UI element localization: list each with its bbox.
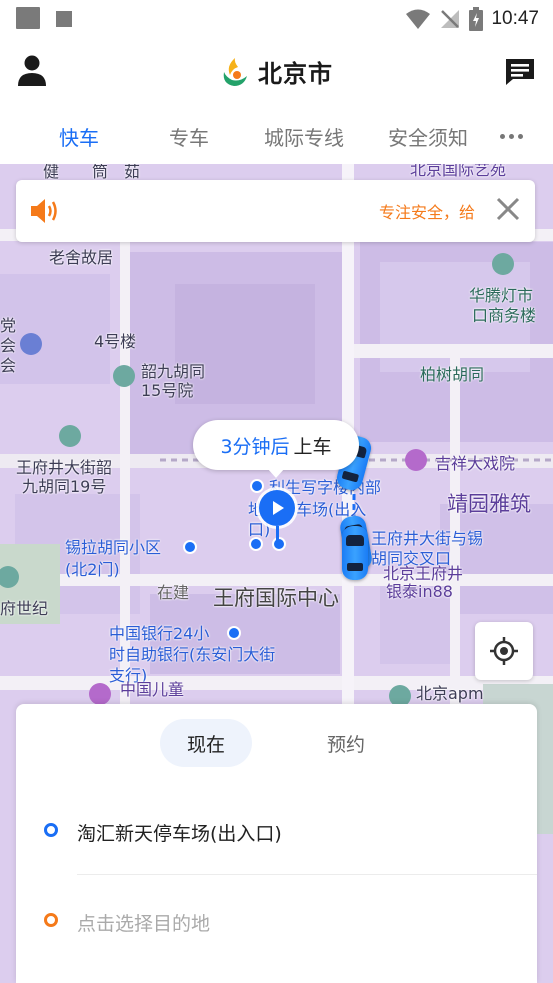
speaker-icon (31, 199, 57, 223)
locate-button[interactable] (475, 622, 533, 680)
map-poi: 中国银行24小 (109, 624, 210, 643)
destination-dot-icon (44, 913, 58, 927)
map-poi: 王府井大街韶 (16, 458, 113, 477)
map-poi: 王府井大街与锡 (371, 529, 484, 548)
notice-text: 专注安全，给 (379, 203, 476, 222)
map-poi: 王府国际中心 (213, 586, 339, 610)
map-poi: 筒 (92, 164, 109, 181)
status-bar: 10:47 (0, 0, 553, 38)
map-poi: 15号院 (141, 381, 194, 400)
map-poi: 吉祥大戏院 (435, 454, 516, 473)
pickup-eta: 3分钟后 (220, 435, 290, 458)
map-poi: 华腾灯市 (469, 286, 534, 305)
origin-field[interactable]: 淘汇新天停车场(出入口) (16, 786, 537, 874)
map-poi: 北京apm (416, 684, 484, 703)
map-poi: 靖园雅筑 (447, 492, 531, 516)
map-poi: 锡拉胡同小区 (65, 538, 162, 557)
map-poi: 中国儿童 (120, 680, 185, 699)
trip-panel: 现在 预约 淘汇新天停车场(出入口) 点击选择目的地 (16, 704, 537, 983)
origin-dot-icon (44, 823, 58, 837)
tab-express[interactable]: 快车 (59, 122, 99, 151)
pickup-label: 上车 (293, 435, 332, 458)
safety-notice-bar[interactable]: 专注安全，给 (16, 180, 535, 242)
no-signal-icon (441, 10, 460, 28)
map-poi: 党 (0, 316, 17, 335)
map-poi: 老舍故居 (49, 248, 114, 267)
tab-intercity[interactable]: 城际专线 (264, 122, 344, 151)
map-poi: 口商务楼 (472, 306, 537, 325)
map-poi: 在建 (157, 583, 190, 602)
map-poi: 府世纪 (0, 599, 49, 618)
pickup-eta-bubble: 3分钟后 上车 (193, 420, 359, 470)
poi-marker[interactable] (249, 537, 263, 551)
clock: 10:47 (491, 8, 539, 29)
battery-icon (469, 7, 484, 31)
wifi-icon (406, 9, 431, 29)
map-poi: 柏树胡同 (420, 365, 485, 384)
map-poi: 九胡同19号 (22, 477, 107, 496)
app-logo-icon (223, 57, 247, 86)
poi-marker[interactable] (272, 537, 286, 551)
map-poi: 银泰in88 (386, 582, 453, 601)
map-poi: 韶九胡同 (141, 362, 206, 381)
origin-text: 淘汇新天停车场(出入口) (77, 823, 282, 845)
map-poi: 茹 (124, 164, 141, 181)
reserve-toggle[interactable]: 预约 (300, 719, 392, 767)
divider (77, 874, 537, 875)
app-header: 北京市 (0, 38, 553, 104)
map-poi: 健 (43, 164, 60, 181)
map-poi: 北京王府井 (383, 564, 464, 583)
map-poi: (北2门) (65, 560, 120, 579)
crosshair-icon (490, 637, 518, 665)
car-icon (342, 526, 368, 580)
message-icon[interactable] (505, 58, 535, 86)
service-tabs: 快车 专车 城际专线 安全须知 (0, 104, 553, 164)
tab-safety[interactable]: 安全须知 (388, 122, 468, 151)
pickup-pin-icon[interactable] (259, 490, 295, 526)
map-poi: 会 (0, 336, 17, 355)
app-screen: 10:47 北京市 快车 专车 城际专线 安全须知 健 筒 茹 北京国际艺苑 老… (0, 0, 553, 983)
map-poi: 时自助银行(东安门大街 (109, 645, 276, 664)
poi-marker[interactable] (183, 540, 197, 554)
destination-field[interactable]: 点击选择目的地 (16, 876, 537, 964)
map-poi: 会 (0, 356, 17, 375)
pin-stem (276, 526, 279, 540)
tab-premium[interactable]: 专车 (169, 122, 209, 151)
notification-icon (16, 7, 40, 29)
poi-marker[interactable] (227, 626, 241, 640)
close-icon[interactable] (495, 196, 521, 222)
notification-icon (56, 11, 72, 27)
poi-marker[interactable] (250, 479, 264, 493)
map-poi: 4号楼 (94, 332, 137, 351)
ride-now-toggle[interactable]: 现在 (160, 719, 252, 767)
bubble-tail (267, 468, 285, 478)
city-selector[interactable]: 北京市 (258, 54, 333, 89)
map-poi: 北京国际艺苑 (410, 164, 507, 179)
destination-placeholder: 点击选择目的地 (77, 913, 211, 935)
more-icon[interactable] (500, 134, 523, 139)
